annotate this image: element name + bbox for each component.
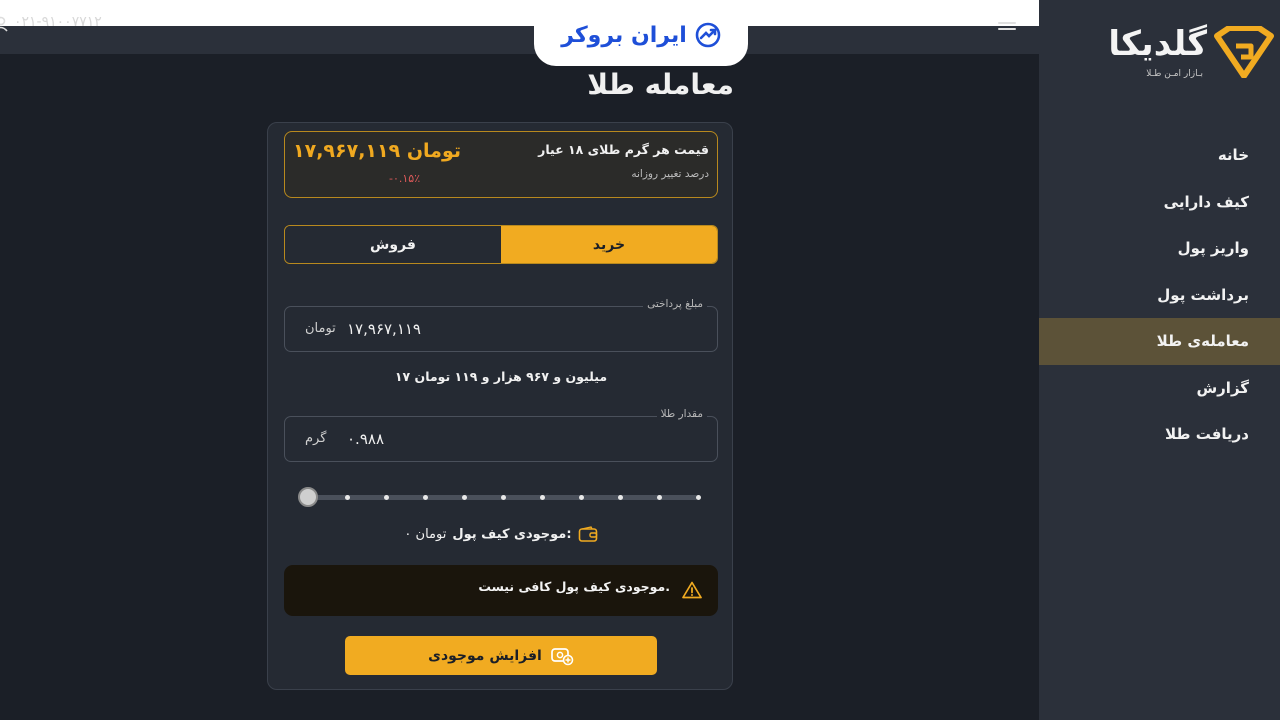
- sidebar-item-gold-trade[interactable]: معامله‌ی طلا: [1039, 318, 1280, 365]
- slider-step-dot[interactable]: [461, 495, 467, 500]
- slider-step-dot[interactable]: [383, 495, 389, 500]
- alert-message: موجودی کیف پول کافی نیست.: [478, 579, 670, 594]
- slider-thumb[interactable]: [298, 487, 318, 507]
- price-label: قیمت هر گرم طلای ۱۸ عیار: [538, 142, 709, 157]
- payment-amount-label: مبلغ پرداختی: [643, 298, 707, 310]
- increase-balance-button[interactable]: افزایش موجودی: [345, 636, 657, 675]
- daily-change-label: درصد تغییر روزانه: [631, 168, 709, 180]
- slider-step-dot[interactable]: [578, 495, 584, 500]
- brand-tagline: بـازار امـن طـلا: [1146, 69, 1203, 79]
- amount-in-words: ۱۷ میلیون و ۹۶۷ هزار و ۱۱۹ تومان: [394, 369, 608, 384]
- slider-step-dot[interactable]: [422, 495, 428, 500]
- sidebar-item-report[interactable]: گزارش: [1039, 365, 1280, 412]
- slider-step-dot[interactable]: [344, 495, 350, 500]
- gold-price-box: قیمت هر گرم طلای ۱۸ عیار درصد تغییر روزا…: [284, 131, 718, 198]
- sidebar: گلدیکا بـازار امـن طـلا خانه کیف دارایی …: [1039, 0, 1280, 720]
- top-bar: ۰۲۱-۹۱۰۰۷۷۱۲: [0, 14, 1039, 54]
- sidebar-item-withdraw[interactable]: برداشت پول: [1039, 272, 1280, 319]
- sidebar-item-deposit[interactable]: واریز پول: [1039, 225, 1280, 272]
- amount-slider[interactable]: [298, 487, 702, 507]
- iran-broker-badge: ایران بروکر: [534, 4, 748, 66]
- sidebar-nav: خانه کیف دارایی واریز پول برداشت پول معا…: [1039, 132, 1280, 458]
- payment-amount-value[interactable]: ۱۷,۹۶۷,۱۱۹: [347, 320, 421, 338]
- hamburger-menu-icon[interactable]: [998, 22, 1016, 36]
- tab-sell[interactable]: فروش: [285, 226, 501, 263]
- daily-change-value: -۰.۱۵٪: [389, 172, 421, 185]
- user-icon[interactable]: [0, 16, 8, 32]
- price-value: ۱۷,۹۶۷,۱۱۹ تومان: [293, 140, 461, 162]
- slider-step-dot[interactable]: [539, 495, 545, 500]
- wallet-balance-value: ۰ تومان: [404, 527, 447, 542]
- slider-step-dot[interactable]: [500, 495, 506, 500]
- slider-step-dot[interactable]: [656, 495, 662, 500]
- brand-logo[interactable]: گلدیکا بـازار امـن طـلا: [1079, 24, 1279, 86]
- trade-card: قیمت هر گرم طلای ۱۸ عیار درصد تغییر روزا…: [267, 122, 733, 690]
- payment-unit: تومان: [305, 321, 336, 336]
- slider-step-dot[interactable]: [695, 495, 701, 500]
- insufficient-balance-alert: موجودی کیف پول کافی نیست.: [284, 565, 718, 616]
- brand-name: گلدیکا: [1108, 24, 1207, 64]
- wallet-balance: ۰ تومان موجودی کیف پول:: [284, 526, 718, 543]
- gold-amount-value[interactable]: ۰.۹۸۸: [347, 430, 384, 448]
- trend-up-icon: [695, 22, 721, 48]
- slider-step-dot[interactable]: [617, 495, 623, 500]
- gold-unit: گرم: [305, 431, 327, 446]
- trade-type-tabs: فروش خرید: [284, 225, 718, 264]
- sidebar-item-asset-wallet[interactable]: کیف دارایی: [1039, 179, 1280, 226]
- page-title: معامله طلا: [587, 68, 734, 101]
- money-add-icon: [551, 647, 574, 665]
- gem-logo-icon: [1214, 26, 1274, 78]
- support-phone: ۰۲۱-۹۱۰۰۷۷۱۲: [14, 14, 102, 30]
- gold-amount-label: مقدار طلا: [656, 408, 707, 420]
- sidebar-item-home[interactable]: خانه: [1039, 132, 1280, 179]
- sidebar-item-receive-gold[interactable]: دریافت طلا: [1039, 411, 1280, 458]
- wallet-icon: [578, 526, 597, 542]
- broker-label: ایران بروکر: [561, 22, 687, 48]
- wallet-balance-label: موجودی کیف پول:: [452, 527, 572, 542]
- increase-balance-label: افزایش موجودی: [428, 647, 542, 664]
- gold-amount-field[interactable]: مقدار طلا ۰.۹۸۸ گرم: [284, 408, 718, 462]
- tab-buy[interactable]: خرید: [501, 226, 717, 263]
- payment-amount-field[interactable]: مبلغ پرداختی ۱۷,۹۶۷,۱۱۹ تومان: [284, 298, 718, 352]
- warning-icon: [682, 581, 702, 599]
